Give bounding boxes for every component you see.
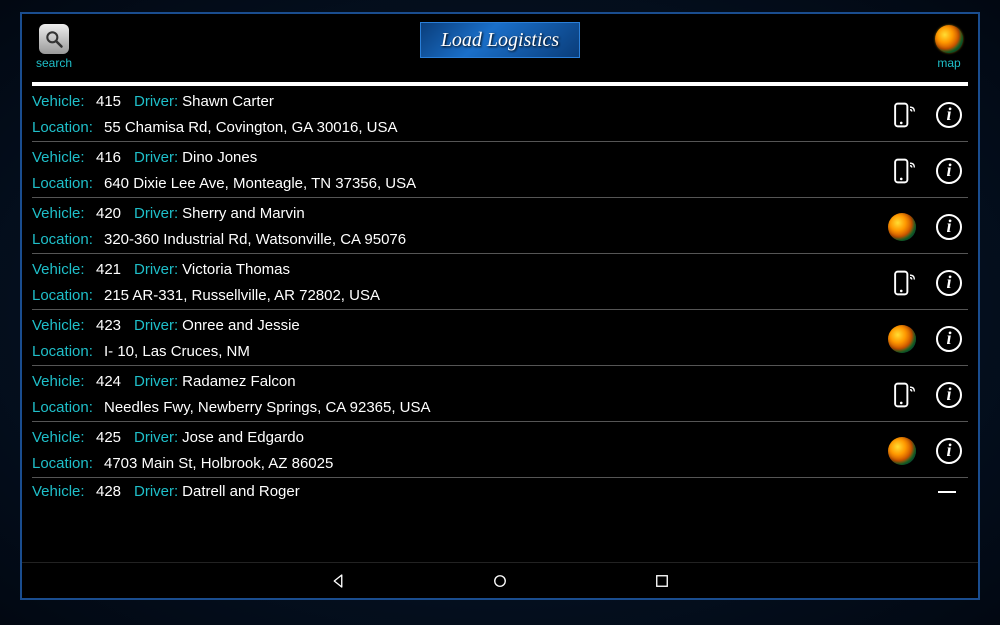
driver-name: Datrell and Roger <box>182 483 300 500</box>
phone-icon[interactable] <box>888 268 918 298</box>
location-value: 4703 Main St, Holbrook, AZ 86025 <box>104 455 333 472</box>
vehicle-number: 415 <box>96 92 128 112</box>
phone-icon[interactable] <box>888 100 918 130</box>
vehicle-label: Vehicle: <box>32 148 96 168</box>
driver-name: Jose and Edgardo <box>182 429 304 446</box>
vehicle-row[interactable]: Vehicle:415 Driver:Shawn Carter Location:5… <box>32 86 968 142</box>
vehicle-label: Vehicle: <box>32 204 96 224</box>
row-content: Vehicle:415 Driver:Shawn Carter Location:5… <box>32 92 888 137</box>
driver-label: Driver: <box>134 149 178 166</box>
row-content: Vehicle:421 Driver:Victoria Thomas Locatio… <box>32 260 888 305</box>
row-content: Vehicle:420 Driver:Sherry and Marvin Locat… <box>32 204 888 249</box>
row-content: Vehicle:424 Driver:Radamez Falcon Location… <box>32 372 888 417</box>
row-content: Vehicle:428 Driver:Datrell and Roger <box>32 482 938 500</box>
vehicle-list[interactable]: Vehicle:415Driver:Shawn CarterLocation:5… <box>22 86 978 562</box>
row-actions: i <box>888 324 968 354</box>
row-actions: i <box>888 268 968 298</box>
location-label: Location: <box>32 342 104 362</box>
search-icon <box>39 24 69 54</box>
android-nav-bar <box>22 562 978 598</box>
vehicle-row[interactable]: Vehicle:425 Driver:Jose and Edgardo Locati… <box>32 422 968 478</box>
vehicle-number: 416 <box>96 148 128 168</box>
row-actions: i <box>888 380 968 410</box>
location-label: Location: <box>32 454 104 474</box>
driver-name: Sherry and Marvin <box>182 205 305 222</box>
vehicle-label: Vehicle: <box>32 372 96 392</box>
map-label: map <box>937 56 960 70</box>
info-icon[interactable]: i <box>934 380 964 410</box>
info-icon[interactable]: i <box>934 324 964 354</box>
driver-name: Shawn Carter <box>182 93 274 110</box>
location-value: 215 AR-331, Russellville, AR 72802, USA <box>104 287 380 304</box>
location-label: Location: <box>32 118 104 138</box>
vehicle-row[interactable]: Vehicle:423 Driver:Onree and Jessie Locati… <box>32 310 968 366</box>
driver-name: Victoria Thomas <box>182 261 290 278</box>
vehicle-row[interactable]: Vehicle:416 Driver:Dino Jones Location:640… <box>32 142 968 198</box>
row-actions: i <box>888 156 968 186</box>
vehicle-label: Vehicle: <box>32 92 96 112</box>
vehicle-label: Vehicle: <box>32 260 96 280</box>
globe-icon <box>935 25 963 53</box>
location-value: Needles Fwy, Newberry Springs, CA 92365,… <box>104 399 431 416</box>
map-button[interactable]: map <box>934 24 964 70</box>
globe-icon[interactable] <box>888 436 918 466</box>
vehicle-row[interactable]: Vehicle:428 Driver:Datrell and Roger <box>32 478 968 500</box>
driver-label: Driver: <box>134 205 178 222</box>
driver-label: Driver: <box>134 261 178 278</box>
location-value: 640 Dixie Lee Ave, Monteagle, TN 37356, … <box>104 175 416 192</box>
info-icon[interactable]: i <box>934 100 964 130</box>
top-bar: search Load Logistics map <box>22 14 978 74</box>
row-content: Vehicle:416 Driver:Dino Jones Location:640… <box>32 148 888 193</box>
globe-icon[interactable] <box>888 212 918 242</box>
vehicle-number: 428 <box>96 482 128 500</box>
vehicle-label: Vehicle: <box>32 428 96 448</box>
driver-label: Driver: <box>134 93 178 110</box>
info-icon[interactable]: i <box>934 268 964 298</box>
driver-name: Onree and Jessie <box>182 317 300 334</box>
search-button[interactable]: search <box>36 24 72 70</box>
driver-name: Dino Jones <box>182 149 257 166</box>
back-button[interactable] <box>327 570 349 592</box>
info-icon[interactable]: i <box>934 156 964 186</box>
row-actions: i <box>888 100 968 130</box>
driver-label: Driver: <box>134 373 178 390</box>
brand-logo: Load Logistics <box>420 22 580 58</box>
location-value: 55 Chamisa Rd, Covington, GA 30016, USA <box>104 119 398 136</box>
home-button[interactable] <box>489 570 511 592</box>
vehicle-row[interactable]: Vehicle:420 Driver:Sherry and Marvin Locat… <box>32 198 968 254</box>
vehicle-row[interactable]: Vehicle:424 Driver:Radamez Falcon Location… <box>32 366 968 422</box>
driver-label: Driver: <box>134 317 178 334</box>
vehicle-number: 425 <box>96 428 128 448</box>
phone-icon[interactable] <box>888 156 918 186</box>
location-label: Location: <box>32 174 104 194</box>
location-label: Location: <box>32 230 104 250</box>
row-actions: i <box>888 212 968 242</box>
vehicle-row[interactable]: Vehicle:421 Driver:Victoria Thomas Locatio… <box>32 254 968 310</box>
info-icon[interactable]: i <box>934 436 964 466</box>
driver-name: Radamez Falcon <box>182 373 295 390</box>
vehicle-number: 424 <box>96 372 128 392</box>
recents-button[interactable] <box>651 570 673 592</box>
globe-icon[interactable] <box>888 324 918 354</box>
info-icon[interactable]: i <box>934 212 964 242</box>
app-window: search Load Logistics map Vehicle:415Dri… <box>20 12 980 600</box>
row-content: Vehicle:425 Driver:Jose and Edgardo Locati… <box>32 428 888 473</box>
row-content: Vehicle:423 Driver:Onree and Jessie Locati… <box>32 316 888 361</box>
vehicle-label: Vehicle: <box>32 316 96 336</box>
location-value: 320-360 Industrial Rd, Watsonville, CA 9… <box>104 231 406 248</box>
row-actions <box>938 491 968 494</box>
vehicle-label: Vehicle: <box>32 482 96 500</box>
vehicle-number: 420 <box>96 204 128 224</box>
vehicle-number: 421 <box>96 260 128 280</box>
driver-label: Driver: <box>134 483 178 500</box>
phone-icon[interactable] <box>888 380 918 410</box>
driver-label: Driver: <box>134 429 178 446</box>
vehicle-number: 423 <box>96 316 128 336</box>
location-label: Location: <box>32 398 104 418</box>
location-label: Location: <box>32 286 104 306</box>
row-actions: i <box>888 436 968 466</box>
location-value: I- 10, Las Cruces, NM <box>104 343 250 360</box>
search-label: search <box>36 56 72 70</box>
dash-icon <box>938 491 956 494</box>
